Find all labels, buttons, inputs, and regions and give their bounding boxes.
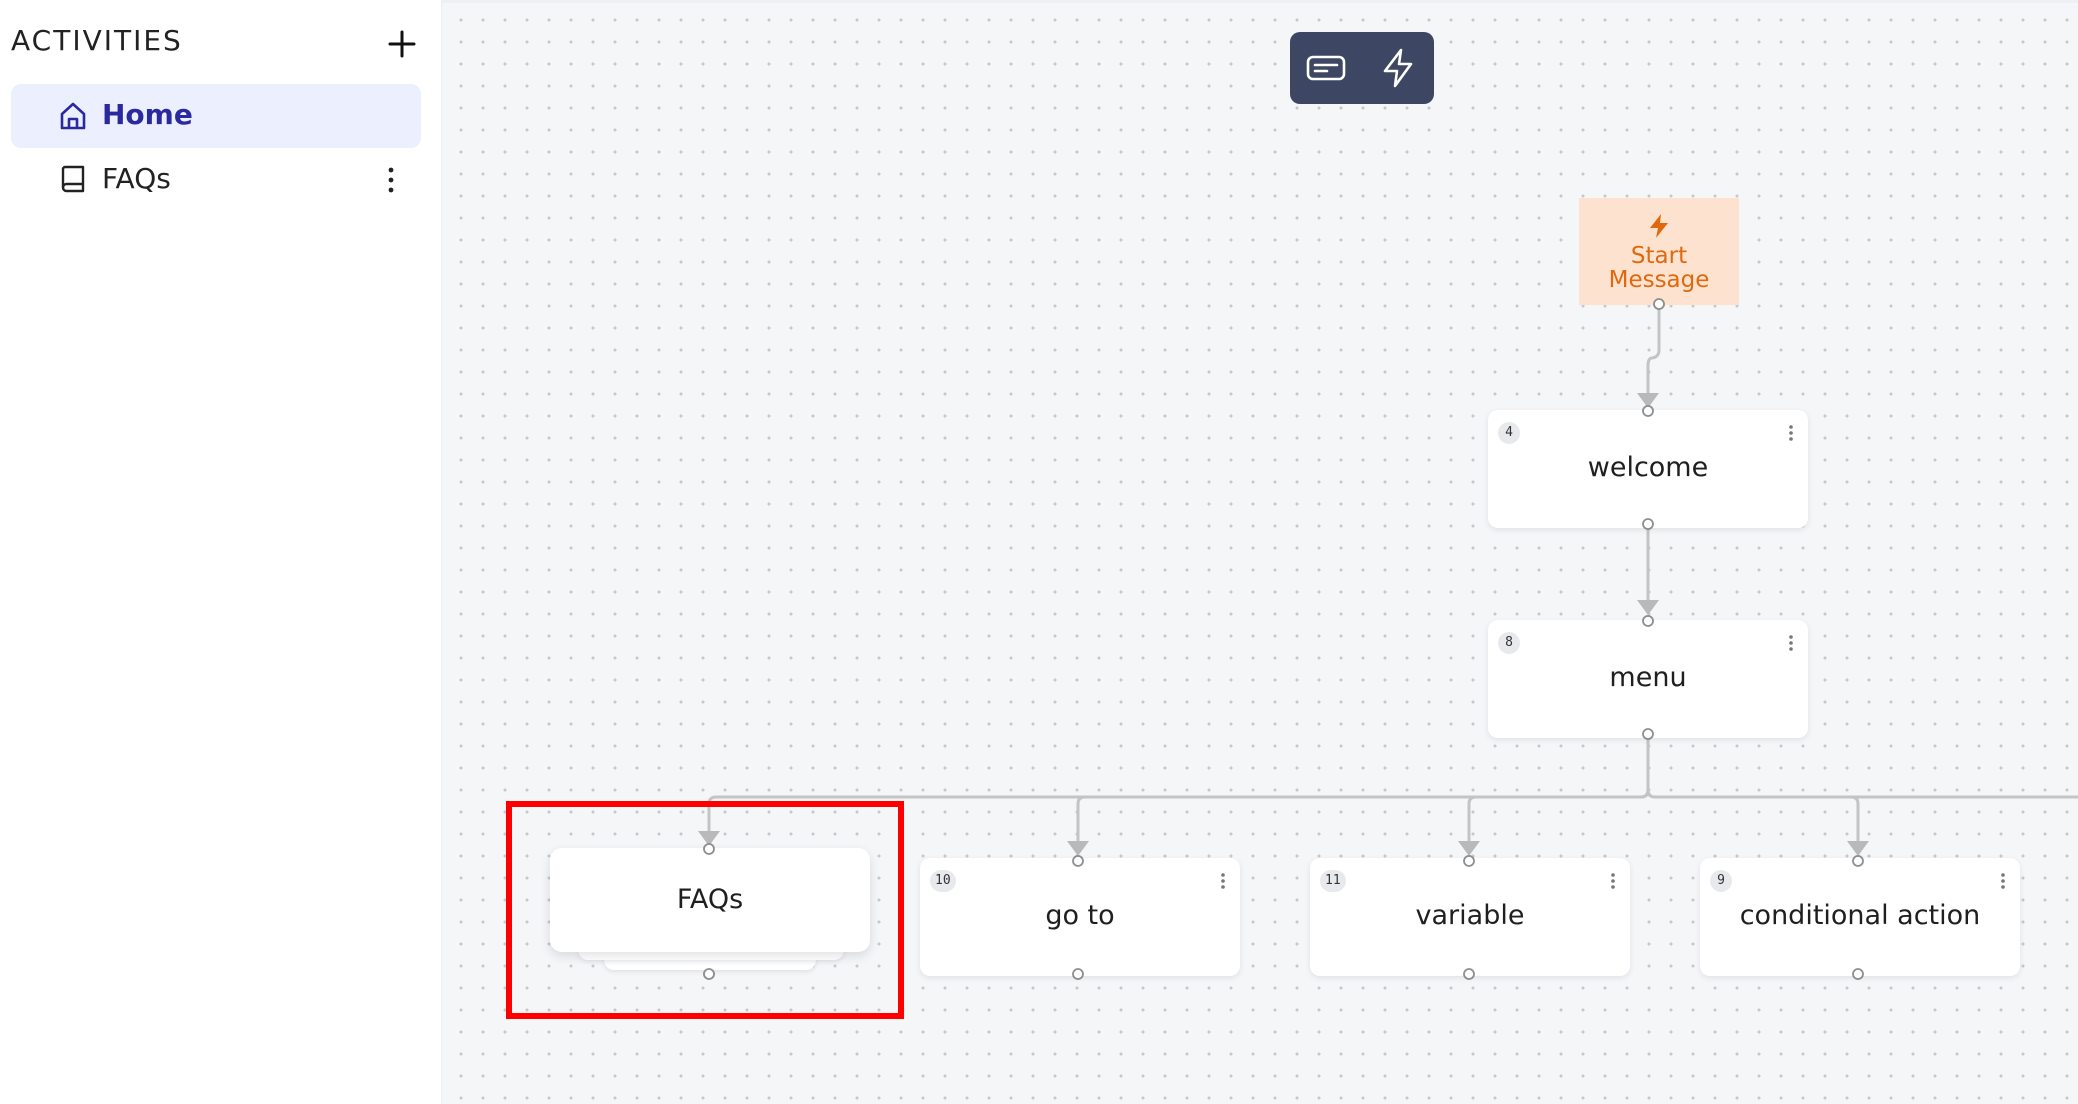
flow-node-go-to[interactable]: 10 go to — [920, 858, 1240, 976]
node-options-icon[interactable] — [1786, 422, 1796, 444]
node-label: menu — [1609, 662, 1687, 693]
lightning-icon — [1650, 214, 1668, 238]
flow-node-welcome[interactable]: 4 welcome — [1488, 410, 1808, 528]
node-label: variable — [1415, 900, 1525, 931]
node-options-icon[interactable] — [1786, 632, 1796, 654]
node-options-icon[interactable] — [1608, 870, 1618, 892]
node-options-icon[interactable] — [1998, 870, 2008, 892]
node-label: FAQs — [676, 884, 744, 915]
start-message-node[interactable]: Start Message — [1579, 198, 1739, 305]
node-label: conditional action — [1739, 900, 1981, 931]
node-id-badge: 11 — [1320, 870, 1346, 892]
node-id-badge: 9 — [1710, 870, 1732, 892]
start-message-label: Start Message — [1608, 243, 1710, 293]
flow-node-menu[interactable]: 8 menu — [1488, 620, 1808, 738]
node-id-badge: 4 — [1498, 422, 1520, 444]
node-options-icon[interactable] — [1218, 870, 1228, 892]
flow-node-variable[interactable]: 11 variable — [1310, 858, 1630, 976]
node-label: go to — [1045, 900, 1115, 931]
node-id-badge: 10 — [930, 870, 956, 892]
flow-node-faqs[interactable]: FAQs — [550, 848, 870, 952]
node-label: welcome — [1587, 452, 1709, 483]
node-id-badge: 8 — [1498, 632, 1520, 654]
flow-node-conditional-action[interactable]: 9 conditional action — [1700, 858, 2020, 976]
